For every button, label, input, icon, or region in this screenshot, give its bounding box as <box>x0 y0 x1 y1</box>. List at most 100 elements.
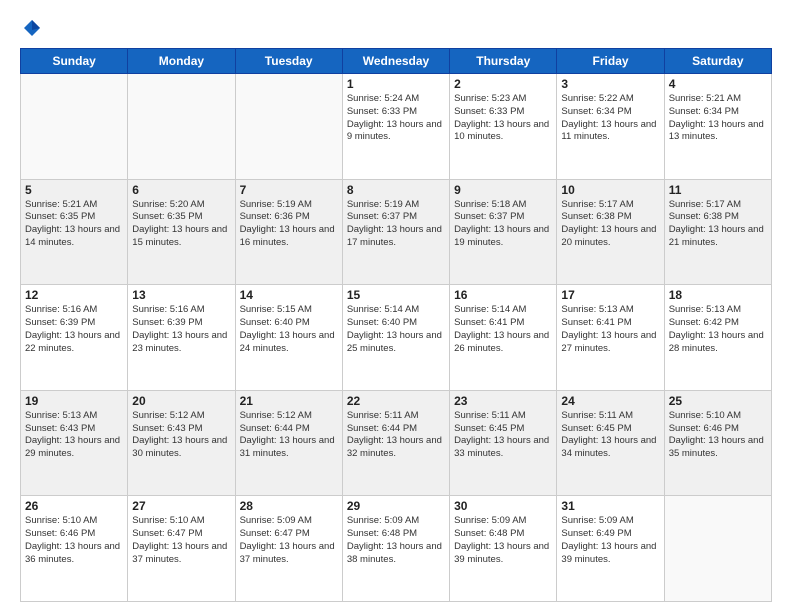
day-header-wednesday: Wednesday <box>342 49 449 74</box>
day-number: 16 <box>454 288 552 302</box>
calendar-cell: 12 Sunrise: 5:16 AM Sunset: 6:39 PM Dayli… <box>21 285 128 391</box>
day-header-thursday: Thursday <box>450 49 557 74</box>
calendar-cell: 14 Sunrise: 5:15 AM Sunset: 6:40 PM Dayli… <box>235 285 342 391</box>
day-number: 13 <box>132 288 230 302</box>
calendar-cell: 30Sunrise: 5:09 AM Sunset: 6:48 PM Dayli… <box>450 496 557 602</box>
calendar-cell: 27 Sunrise: 5:10 AM Sunset: 6:47 PM Dayli… <box>128 496 235 602</box>
calendar-cell: 11 Sunrise: 5:17 AM Sunset: 6:38 PM Dayli… <box>664 179 771 285</box>
cell-info: Sunrise: 5:17 AM Sunset: 6:38 PM Dayligh… <box>669 199 767 250</box>
day-number: 4 <box>669 77 767 91</box>
cell-info: Sunrise: 5:11 AM Sunset: 6:45 PM Dayligh… <box>561 410 659 461</box>
cell-info: Sunrise: 5:16 AM Sunset: 6:39 PM Dayligh… <box>25 304 123 355</box>
cell-info: Sunrise: 5:11 AM Sunset: 6:45 PM Dayligh… <box>454 410 552 461</box>
calendar-cell: 21Sunrise: 5:12 AM Sunset: 6:44 PM Dayli… <box>235 390 342 496</box>
cell-info: Sunrise: 5:16 AM Sunset: 6:39 PM Dayligh… <box>132 304 230 355</box>
cell-info: Sunrise: 5:15 AM Sunset: 6:40 PM Dayligh… <box>240 304 338 355</box>
calendar-cell: 4 Sunrise: 5:21 AM Sunset: 6:34 PM Daylig… <box>664 74 771 180</box>
calendar-week-1: 1 Sunrise: 5:24 AM Sunset: 6:33 PM Daylig… <box>21 74 772 180</box>
calendar-cell: 2 Sunrise: 5:23 AM Sunset: 6:33 PM Daylig… <box>450 74 557 180</box>
day-number: 27 <box>132 499 230 513</box>
cell-info: Sunrise: 5:13 AM Sunset: 6:43 PM Dayligh… <box>25 410 123 461</box>
day-number: 19 <box>25 394 123 408</box>
cell-info: Sunrise: 5:19 AM Sunset: 6:36 PM Dayligh… <box>240 199 338 250</box>
day-header-tuesday: Tuesday <box>235 49 342 74</box>
calendar-cell: 28Sunrise: 5:09 AM Sunset: 6:47 PM Dayli… <box>235 496 342 602</box>
cell-info: Sunrise: 5:11 AM Sunset: 6:44 PM Dayligh… <box>347 410 445 461</box>
cell-info: Sunrise: 5:17 AM Sunset: 6:38 PM Dayligh… <box>561 199 659 250</box>
day-number: 9 <box>454 183 552 197</box>
calendar-cell: 15 Sunrise: 5:14 AM Sunset: 6:40 PM Dayli… <box>342 285 449 391</box>
day-number: 5 <box>25 183 123 197</box>
calendar-week-2: 5 Sunrise: 5:21 AM Sunset: 6:35 PM Daylig… <box>21 179 772 285</box>
cell-info: Sunrise: 5:21 AM Sunset: 6:34 PM Dayligh… <box>669 93 767 144</box>
day-number: 15 <box>347 288 445 302</box>
cell-info: Sunrise: 5:14 AM Sunset: 6:40 PM Dayligh… <box>347 304 445 355</box>
calendar-cell: 29 Sunrise: 5:09 AM Sunset: 6:48 PM Dayli… <box>342 496 449 602</box>
calendar-header-row: SundayMondayTuesdayWednesdayThursdayFrid… <box>21 49 772 74</box>
day-number: 29 <box>347 499 445 513</box>
calendar-cell: 9 Sunrise: 5:18 AM Sunset: 6:37 PM Daylig… <box>450 179 557 285</box>
day-number: 6 <box>132 183 230 197</box>
cell-info: Sunrise: 5:23 AM Sunset: 6:33 PM Dayligh… <box>454 93 552 144</box>
day-number: 20 <box>132 394 230 408</box>
cell-info: Sunrise: 5:14 AM Sunset: 6:41 PM Dayligh… <box>454 304 552 355</box>
day-header-friday: Friday <box>557 49 664 74</box>
calendar-cell: 24Sunrise: 5:11 AM Sunset: 6:45 PM Dayli… <box>557 390 664 496</box>
cell-info: Sunrise: 5:21 AM Sunset: 6:35 PM Dayligh… <box>25 199 123 250</box>
day-number: 18 <box>669 288 767 302</box>
cell-info: Sunrise: 5:24 AM Sunset: 6:33 PM Dayligh… <box>347 93 445 144</box>
day-number: 10 <box>561 183 659 197</box>
day-number: 11 <box>669 183 767 197</box>
cell-info: Sunrise: 5:13 AM Sunset: 6:42 PM Dayligh… <box>669 304 767 355</box>
day-number: 14 <box>240 288 338 302</box>
calendar-cell: 18 Sunrise: 5:13 AM Sunset: 6:42 PM Dayli… <box>664 285 771 391</box>
day-number: 26 <box>25 499 123 513</box>
calendar-cell: 1 Sunrise: 5:24 AM Sunset: 6:33 PM Daylig… <box>342 74 449 180</box>
day-number: 12 <box>25 288 123 302</box>
calendar-cell <box>235 74 342 180</box>
calendar-cell: 31Sunrise: 5:09 AM Sunset: 6:49 PM Dayli… <box>557 496 664 602</box>
calendar-cell: 26 Sunrise: 5:10 AM Sunset: 6:46 PM Dayli… <box>21 496 128 602</box>
cell-info: Sunrise: 5:09 AM Sunset: 6:48 PM Dayligh… <box>347 515 445 566</box>
cell-info: Sunrise: 5:10 AM Sunset: 6:46 PM Dayligh… <box>669 410 767 461</box>
cell-info: Sunrise: 5:10 AM Sunset: 6:46 PM Dayligh… <box>25 515 123 566</box>
day-number: 3 <box>561 77 659 91</box>
cell-info: Sunrise: 5:09 AM Sunset: 6:47 PM Dayligh… <box>240 515 338 566</box>
calendar-cell: 25 Sunrise: 5:10 AM Sunset: 6:46 PM Dayli… <box>664 390 771 496</box>
day-number: 21 <box>240 394 338 408</box>
calendar-week-5: 26 Sunrise: 5:10 AM Sunset: 6:46 PM Dayli… <box>21 496 772 602</box>
header <box>20 18 772 38</box>
calendar-cell: 22 Sunrise: 5:11 AM Sunset: 6:44 PM Dayli… <box>342 390 449 496</box>
day-number: 30 <box>454 499 552 513</box>
day-number: 31 <box>561 499 659 513</box>
day-header-sunday: Sunday <box>21 49 128 74</box>
day-number: 22 <box>347 394 445 408</box>
calendar-table: SundayMondayTuesdayWednesdayThursdayFrid… <box>20 48 772 602</box>
calendar-week-3: 12 Sunrise: 5:16 AM Sunset: 6:39 PM Dayli… <box>21 285 772 391</box>
calendar-cell: 16 Sunrise: 5:14 AM Sunset: 6:41 PM Dayli… <box>450 285 557 391</box>
day-number: 2 <box>454 77 552 91</box>
day-number: 1 <box>347 77 445 91</box>
calendar-cell: 7Sunrise: 5:19 AM Sunset: 6:36 PM Daylig… <box>235 179 342 285</box>
calendar-cell: 19 Sunrise: 5:13 AM Sunset: 6:43 PM Dayli… <box>21 390 128 496</box>
calendar-cell: 3 Sunrise: 5:22 AM Sunset: 6:34 PM Daylig… <box>557 74 664 180</box>
calendar-cell: 6Sunrise: 5:20 AM Sunset: 6:35 PM Daylig… <box>128 179 235 285</box>
calendar-cell: 10 Sunrise: 5:17 AM Sunset: 6:38 PM Dayli… <box>557 179 664 285</box>
cell-info: Sunrise: 5:10 AM Sunset: 6:47 PM Dayligh… <box>132 515 230 566</box>
calendar-cell: 8Sunrise: 5:19 AM Sunset: 6:37 PM Daylig… <box>342 179 449 285</box>
day-number: 25 <box>669 394 767 408</box>
cell-info: Sunrise: 5:19 AM Sunset: 6:37 PM Dayligh… <box>347 199 445 250</box>
cell-info: Sunrise: 5:12 AM Sunset: 6:43 PM Dayligh… <box>132 410 230 461</box>
calendar-cell: 17 Sunrise: 5:13 AM Sunset: 6:41 PM Dayli… <box>557 285 664 391</box>
calendar-cell <box>21 74 128 180</box>
cell-info: Sunrise: 5:13 AM Sunset: 6:41 PM Dayligh… <box>561 304 659 355</box>
calendar-cell: 23Sunrise: 5:11 AM Sunset: 6:45 PM Dayli… <box>450 390 557 496</box>
day-number: 17 <box>561 288 659 302</box>
cell-info: Sunrise: 5:22 AM Sunset: 6:34 PM Dayligh… <box>561 93 659 144</box>
cell-info: Sunrise: 5:18 AM Sunset: 6:37 PM Dayligh… <box>454 199 552 250</box>
calendar-week-4: 19 Sunrise: 5:13 AM Sunset: 6:43 PM Dayli… <box>21 390 772 496</box>
calendar-cell: 20 Sunrise: 5:12 AM Sunset: 6:43 PM Dayli… <box>128 390 235 496</box>
calendar-cell <box>128 74 235 180</box>
calendar-cell <box>664 496 771 602</box>
page: SundayMondayTuesdayWednesdayThursdayFrid… <box>0 0 792 612</box>
